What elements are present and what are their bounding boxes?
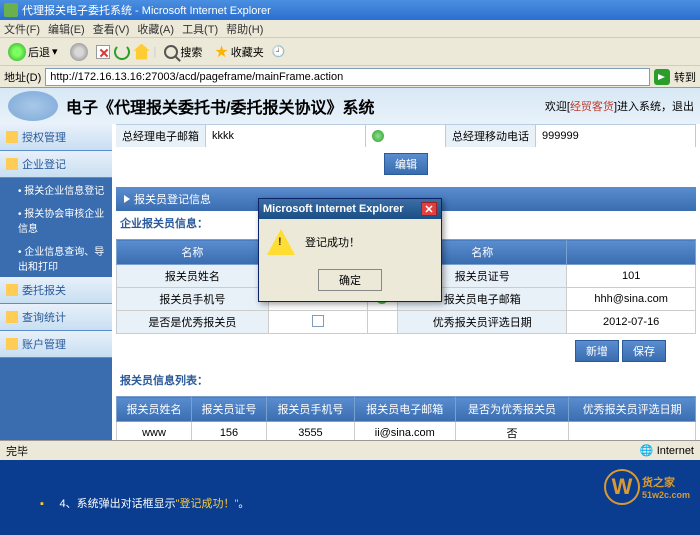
warning-icon [267,229,295,255]
stop-icon[interactable] [96,45,110,59]
table-row[interactable]: www1563555ii@sina.com否 [117,422,696,441]
folder-icon [6,284,18,296]
slide-caption: ▪ 4、系统弹出对话框显示"登记成功！"。 [40,490,249,513]
date-label: 优秀报关员评选日期 [398,311,567,334]
logo [8,91,58,121]
watermark-badge: W [604,469,640,505]
dialog-title-bar: Microsoft Internet Explorer ✕ [259,199,441,219]
sidebar-item-query[interactable]: 查询统计 [0,304,112,331]
sidebar-sub-0[interactable]: 报关企业信息登记 [0,178,112,201]
dialog-message: 登记成功！ [305,234,360,250]
section-sub-2: 报关员信息列表： [116,368,696,392]
menu-tools[interactable]: 工具(T) [182,21,218,37]
status-bar: 完毕 🌐 Internet [0,440,700,460]
folder-icon [6,131,18,143]
gm-email-label: 总经理电子邮箱 [116,125,206,147]
back-button[interactable]: 后退 ▾ [4,41,62,63]
menu-edit[interactable]: 编辑(E) [48,21,85,37]
dialog-body: 登记成功！ [259,219,441,265]
menu-view[interactable]: 查看(V) [93,21,130,37]
gm-phone-val[interactable]: 999999 [536,125,696,147]
sidebar-item-entrust[interactable]: 委托报关 [0,277,112,304]
dialog-title: Microsoft Internet Explorer [263,203,404,215]
radio-icon[interactable] [372,130,384,142]
alert-dialog: Microsoft Internet Explorer ✕ 登记成功！ 确定 [258,198,442,302]
sidebar-item-auth[interactable]: 授权管理 [0,124,112,151]
ok-button[interactable]: 确定 [318,269,382,291]
app-title: 电子《代理报关委托书/委托报关协议》系统 [66,94,374,118]
menu-bar[interactable]: 文件(F) 编辑(E) 查看(V) 收藏(A) 工具(T) 帮助(H) [0,20,700,38]
welcome-text: 欢迎[经贸客货]进入系统，退出 [545,98,694,114]
status-done: 完毕 [6,443,28,459]
watermark: W 货之家 51w2c.com [604,469,690,505]
home-icon[interactable] [134,44,150,60]
app-header: 电子《代理报关委托书/委托报关协议》系统 欢迎[经贸客货]进入系统，退出 [0,88,700,124]
search-button[interactable]: 搜索 [160,42,206,62]
add-button[interactable]: 新增 [575,340,619,362]
sidebar-sub-2[interactable]: 企业信息查询、导出和打印 [0,239,112,277]
toolbar: 后退 ▾ | 搜索 ★收藏夹 🕘 [0,38,700,66]
address-bar: 地址(D) http://172.16.13.16:27003/acd/page… [0,66,700,88]
cert-val[interactable]: 101 [567,265,696,288]
forward-icon [70,43,88,61]
mobile-label: 报关员手机号 [117,288,269,311]
save-button[interactable]: 保存 [622,340,666,362]
table-header-row: 报关员姓名 报关员证号 报关员手机号 报关员电子邮箱 是否为优秀报关员 优秀报关… [117,397,696,422]
favorites-button[interactable]: ★收藏夹 [210,40,267,64]
close-icon[interactable]: ✕ [421,202,437,216]
menu-help[interactable]: 帮助(H) [226,21,263,37]
folder-icon [6,338,18,350]
gm-email-val[interactable]: kkkk [206,125,366,147]
sidebar: 授权管理 企业登记 报关企业信息登记 报关协会审核企业信息 企业信息查询、导出和… [0,124,112,440]
folder-icon [6,158,18,170]
sidebar-sub-1[interactable]: 报关协会审核企业信息 [0,201,112,239]
window-title-bar: 代理报关电子委托系统 - Microsoft Internet Explorer [0,0,700,20]
status-zone: 🌐 Internet [640,444,694,457]
refresh-icon[interactable] [114,44,130,60]
address-label: 地址(D) [4,69,41,85]
forward-button[interactable] [66,41,92,63]
excellent-checkbox[interactable] [312,315,324,327]
go-icon[interactable] [654,69,670,85]
bullet-icon: ▪ [40,498,44,510]
email-val[interactable]: hhh@sina.com [567,288,696,311]
go-label[interactable]: 转到 [674,69,696,85]
sidebar-item-account[interactable]: 账户管理 [0,331,112,358]
menu-file[interactable]: 文件(F) [4,21,40,37]
back-icon [8,43,26,61]
folder-icon [6,311,18,323]
search-icon [164,45,178,59]
address-input[interactable]: http://172.16.13.16:27003/acd/pageframe/… [45,68,650,86]
window-title: 代理报关电子委托系统 - Microsoft Internet Explorer [22,2,271,18]
form-row-gm: 总经理电子邮箱 kkkk 总经理移动电话 999999 [116,124,696,147]
history-icon[interactable]: 🕘 [272,45,286,58]
name-label: 报关员姓名 [117,265,269,288]
star-icon: ★ [214,42,228,62]
gm-phone-label: 总经理移动电话 [446,125,536,147]
declarant-table: 报关员姓名 报关员证号 报关员手机号 报关员电子邮箱 是否为优秀报关员 优秀报关… [116,396,696,440]
date-val[interactable]: 2012-07-16 [567,311,696,334]
pointer-icon [124,195,130,203]
sidebar-item-register[interactable]: 企业登记 [0,151,112,178]
app-icon [4,3,18,17]
menu-fav[interactable]: 收藏(A) [137,21,174,37]
edit-button[interactable]: 编辑 [384,153,428,175]
excellent-label: 是否是优秀报关员 [117,311,269,334]
